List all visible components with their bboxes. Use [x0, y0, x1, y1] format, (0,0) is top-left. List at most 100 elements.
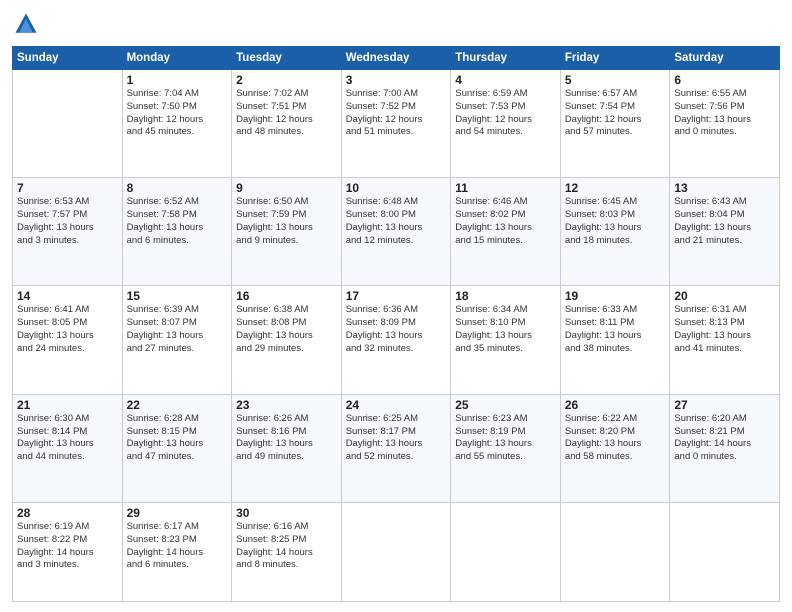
day-number: 8	[127, 181, 228, 195]
day-number: 13	[674, 181, 775, 195]
day-info: Sunrise: 6:33 AM Sunset: 8:11 PM Dayligh…	[565, 304, 666, 355]
calendar-cell: 8Sunrise: 6:52 AM Sunset: 7:58 PM Daylig…	[122, 178, 232, 286]
weekday-header-tuesday: Tuesday	[232, 47, 342, 70]
day-info: Sunrise: 6:22 AM Sunset: 8:20 PM Dayligh…	[565, 413, 666, 464]
calendar-cell	[560, 502, 670, 601]
day-info: Sunrise: 6:57 AM Sunset: 7:54 PM Dayligh…	[565, 88, 666, 139]
calendar-week-3: 14Sunrise: 6:41 AM Sunset: 8:05 PM Dayli…	[13, 286, 780, 394]
day-number: 17	[346, 289, 447, 303]
day-info: Sunrise: 6:28 AM Sunset: 8:15 PM Dayligh…	[127, 413, 228, 464]
day-info: Sunrise: 7:04 AM Sunset: 7:50 PM Dayligh…	[127, 88, 228, 139]
calendar-cell: 14Sunrise: 6:41 AM Sunset: 8:05 PM Dayli…	[13, 286, 123, 394]
day-number: 15	[127, 289, 228, 303]
calendar-cell: 16Sunrise: 6:38 AM Sunset: 8:08 PM Dayli…	[232, 286, 342, 394]
calendar-week-4: 21Sunrise: 6:30 AM Sunset: 8:14 PM Dayli…	[13, 394, 780, 502]
day-number: 22	[127, 398, 228, 412]
day-info: Sunrise: 6:55 AM Sunset: 7:56 PM Dayligh…	[674, 88, 775, 139]
day-number: 1	[127, 73, 228, 87]
day-info: Sunrise: 6:17 AM Sunset: 8:23 PM Dayligh…	[127, 521, 228, 572]
calendar-week-5: 28Sunrise: 6:19 AM Sunset: 8:22 PM Dayli…	[13, 502, 780, 601]
weekday-header-row: SundayMondayTuesdayWednesdayThursdayFrid…	[13, 47, 780, 70]
day-number: 24	[346, 398, 447, 412]
calendar-cell: 1Sunrise: 7:04 AM Sunset: 7:50 PM Daylig…	[122, 70, 232, 178]
calendar-cell	[13, 70, 123, 178]
header	[12, 10, 780, 38]
calendar-cell	[451, 502, 561, 601]
day-info: Sunrise: 6:31 AM Sunset: 8:13 PM Dayligh…	[674, 304, 775, 355]
day-info: Sunrise: 6:34 AM Sunset: 8:10 PM Dayligh…	[455, 304, 556, 355]
calendar-cell: 13Sunrise: 6:43 AM Sunset: 8:04 PM Dayli…	[670, 178, 780, 286]
calendar-table: SundayMondayTuesdayWednesdayThursdayFrid…	[12, 46, 780, 602]
calendar-cell: 27Sunrise: 6:20 AM Sunset: 8:21 PM Dayli…	[670, 394, 780, 502]
logo	[12, 10, 44, 38]
day-info: Sunrise: 6:45 AM Sunset: 8:03 PM Dayligh…	[565, 196, 666, 247]
day-number: 21	[17, 398, 118, 412]
day-number: 7	[17, 181, 118, 195]
day-info: Sunrise: 6:25 AM Sunset: 8:17 PM Dayligh…	[346, 413, 447, 464]
calendar-cell: 29Sunrise: 6:17 AM Sunset: 8:23 PM Dayli…	[122, 502, 232, 601]
day-number: 12	[565, 181, 666, 195]
day-info: Sunrise: 6:23 AM Sunset: 8:19 PM Dayligh…	[455, 413, 556, 464]
day-info: Sunrise: 6:36 AM Sunset: 8:09 PM Dayligh…	[346, 304, 447, 355]
weekday-header-thursday: Thursday	[451, 47, 561, 70]
day-info: Sunrise: 6:59 AM Sunset: 7:53 PM Dayligh…	[455, 88, 556, 139]
day-number: 26	[565, 398, 666, 412]
day-info: Sunrise: 6:26 AM Sunset: 8:16 PM Dayligh…	[236, 413, 337, 464]
day-number: 25	[455, 398, 556, 412]
day-number: 4	[455, 73, 556, 87]
day-number: 29	[127, 506, 228, 520]
day-number: 18	[455, 289, 556, 303]
calendar-cell: 26Sunrise: 6:22 AM Sunset: 8:20 PM Dayli…	[560, 394, 670, 502]
calendar-cell: 18Sunrise: 6:34 AM Sunset: 8:10 PM Dayli…	[451, 286, 561, 394]
day-info: Sunrise: 7:00 AM Sunset: 7:52 PM Dayligh…	[346, 88, 447, 139]
page: SundayMondayTuesdayWednesdayThursdayFrid…	[0, 0, 792, 612]
day-number: 27	[674, 398, 775, 412]
calendar-cell: 9Sunrise: 6:50 AM Sunset: 7:59 PM Daylig…	[232, 178, 342, 286]
calendar-body: 1Sunrise: 7:04 AM Sunset: 7:50 PM Daylig…	[13, 70, 780, 602]
calendar-cell: 6Sunrise: 6:55 AM Sunset: 7:56 PM Daylig…	[670, 70, 780, 178]
calendar-cell: 10Sunrise: 6:48 AM Sunset: 8:00 PM Dayli…	[341, 178, 451, 286]
weekday-header-wednesday: Wednesday	[341, 47, 451, 70]
day-info: Sunrise: 6:20 AM Sunset: 8:21 PM Dayligh…	[674, 413, 775, 464]
calendar-cell: 30Sunrise: 6:16 AM Sunset: 8:25 PM Dayli…	[232, 502, 342, 601]
calendar-cell: 3Sunrise: 7:00 AM Sunset: 7:52 PM Daylig…	[341, 70, 451, 178]
day-number: 11	[455, 181, 556, 195]
calendar-cell: 19Sunrise: 6:33 AM Sunset: 8:11 PM Dayli…	[560, 286, 670, 394]
calendar-cell: 21Sunrise: 6:30 AM Sunset: 8:14 PM Dayli…	[13, 394, 123, 502]
day-number: 2	[236, 73, 337, 87]
weekday-header-saturday: Saturday	[670, 47, 780, 70]
calendar-cell: 22Sunrise: 6:28 AM Sunset: 8:15 PM Dayli…	[122, 394, 232, 502]
day-info: Sunrise: 6:50 AM Sunset: 7:59 PM Dayligh…	[236, 196, 337, 247]
day-info: Sunrise: 6:39 AM Sunset: 8:07 PM Dayligh…	[127, 304, 228, 355]
day-info: Sunrise: 6:53 AM Sunset: 7:57 PM Dayligh…	[17, 196, 118, 247]
day-number: 3	[346, 73, 447, 87]
weekday-header-sunday: Sunday	[13, 47, 123, 70]
day-info: Sunrise: 6:48 AM Sunset: 8:00 PM Dayligh…	[346, 196, 447, 247]
calendar-cell	[670, 502, 780, 601]
calendar-cell: 25Sunrise: 6:23 AM Sunset: 8:19 PM Dayli…	[451, 394, 561, 502]
calendar-week-1: 1Sunrise: 7:04 AM Sunset: 7:50 PM Daylig…	[13, 70, 780, 178]
day-info: Sunrise: 6:52 AM Sunset: 7:58 PM Dayligh…	[127, 196, 228, 247]
day-number: 19	[565, 289, 666, 303]
day-info: Sunrise: 6:41 AM Sunset: 8:05 PM Dayligh…	[17, 304, 118, 355]
calendar-cell: 4Sunrise: 6:59 AM Sunset: 7:53 PM Daylig…	[451, 70, 561, 178]
day-number: 20	[674, 289, 775, 303]
day-info: Sunrise: 6:16 AM Sunset: 8:25 PM Dayligh…	[236, 521, 337, 572]
day-info: Sunrise: 6:38 AM Sunset: 8:08 PM Dayligh…	[236, 304, 337, 355]
calendar-cell: 24Sunrise: 6:25 AM Sunset: 8:17 PM Dayli…	[341, 394, 451, 502]
day-info: Sunrise: 6:46 AM Sunset: 8:02 PM Dayligh…	[455, 196, 556, 247]
day-number: 6	[674, 73, 775, 87]
day-number: 23	[236, 398, 337, 412]
calendar-cell: 2Sunrise: 7:02 AM Sunset: 7:51 PM Daylig…	[232, 70, 342, 178]
day-number: 30	[236, 506, 337, 520]
calendar-cell	[341, 502, 451, 601]
calendar-cell: 17Sunrise: 6:36 AM Sunset: 8:09 PM Dayli…	[341, 286, 451, 394]
calendar-cell: 11Sunrise: 6:46 AM Sunset: 8:02 PM Dayli…	[451, 178, 561, 286]
day-info: Sunrise: 6:43 AM Sunset: 8:04 PM Dayligh…	[674, 196, 775, 247]
calendar-cell: 7Sunrise: 6:53 AM Sunset: 7:57 PM Daylig…	[13, 178, 123, 286]
day-info: Sunrise: 7:02 AM Sunset: 7:51 PM Dayligh…	[236, 88, 337, 139]
day-number: 16	[236, 289, 337, 303]
day-info: Sunrise: 6:30 AM Sunset: 8:14 PM Dayligh…	[17, 413, 118, 464]
day-number: 14	[17, 289, 118, 303]
weekday-header-monday: Monday	[122, 47, 232, 70]
